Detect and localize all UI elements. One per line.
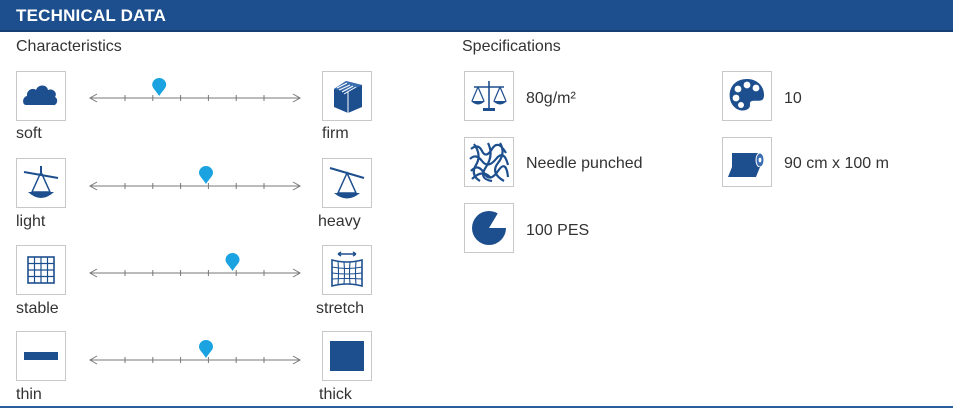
scale-left-label: stable	[16, 300, 59, 317]
thin-bar-icon	[16, 331, 66, 381]
scale-slider-soft-firm	[88, 78, 302, 106]
scale-right-label: stretch	[316, 300, 365, 317]
scale-right-label: firm	[322, 125, 349, 142]
scale-right-label: thick	[319, 386, 352, 403]
scale-heavy-icon	[322, 158, 372, 208]
scale-slider-stable-stretch	[88, 253, 302, 281]
thick-block-icon	[322, 331, 372, 381]
scale-left-label: soft	[16, 125, 42, 142]
bottom-divider	[0, 406, 953, 408]
header-bar: TECHNICAL DATA	[0, 0, 953, 32]
page-title: TECHNICAL DATA	[16, 6, 167, 25]
scale-level-marker	[225, 253, 240, 271]
spec-weight-value: 80g/m²	[526, 90, 576, 107]
characteristics-title: Characteristics	[16, 38, 122, 55]
spec-material-value: 100 PES	[526, 222, 590, 239]
roll-icon	[722, 137, 772, 187]
spec-process-value: Needle punched	[526, 155, 643, 172]
scale-left-label: thin	[16, 386, 42, 403]
stack-block-icon	[322, 71, 372, 121]
specifications-title: Specifications	[462, 38, 561, 55]
scale-slider-thin-thick	[88, 340, 302, 368]
fiber-pattern-icon	[464, 137, 514, 187]
color-palette-icon	[722, 71, 772, 121]
spec-dimensions-value: 90 cm x 100 m	[784, 155, 889, 172]
scale-level-marker	[152, 78, 167, 96]
scale-slider-light-heavy	[88, 166, 302, 194]
scale-level-marker	[199, 340, 213, 358]
cloud-icon	[16, 71, 66, 121]
grid-icon	[16, 245, 66, 295]
pie-chart-icon	[464, 203, 514, 253]
scale-right-label: heavy	[318, 213, 361, 230]
scale-level-marker	[199, 166, 213, 184]
stretch-grid-icon	[322, 245, 372, 295]
scale-light-icon	[16, 158, 66, 208]
scale-left-label: light	[16, 213, 46, 230]
spec-colors-value: 10	[784, 90, 802, 107]
balance-scale-icon	[464, 71, 514, 121]
